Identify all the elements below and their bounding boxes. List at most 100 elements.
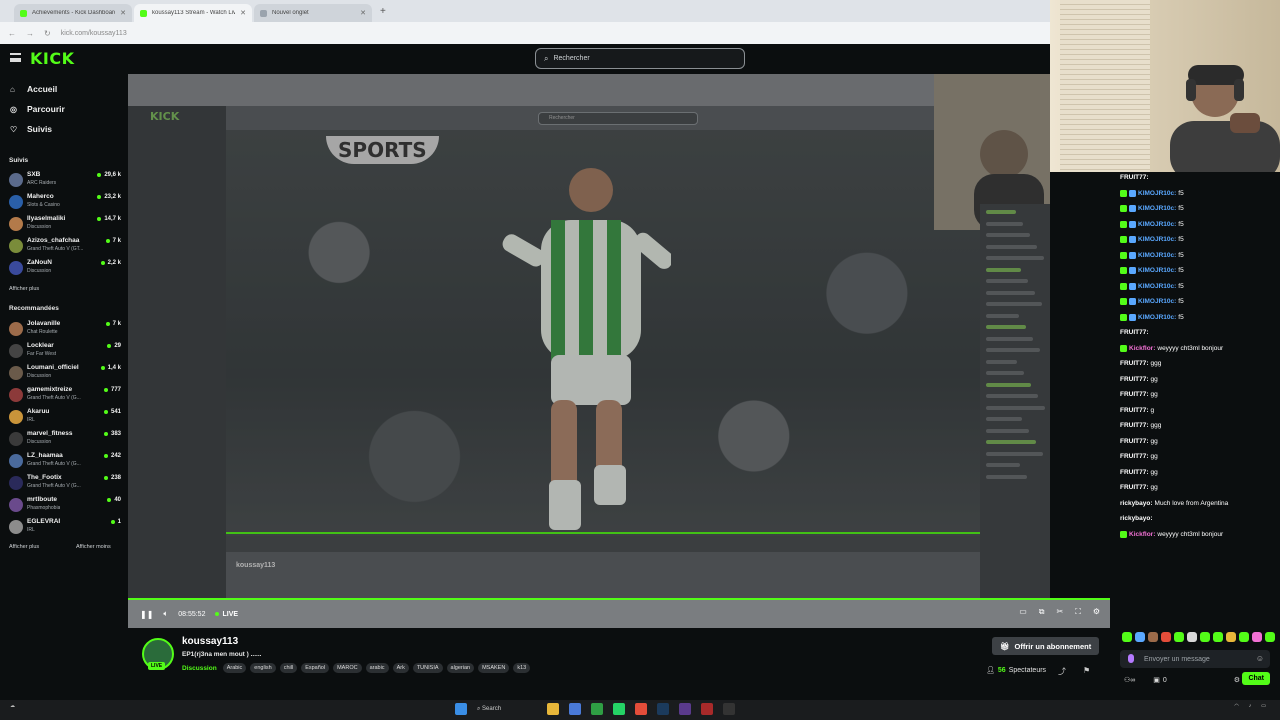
channel-item[interactable]: The_Footix Grand Theft Auto V (G... 238 [9,473,121,494]
channel-item[interactable]: Jolavanille Chat Roulette 7 k [9,319,121,340]
stream-tag[interactable]: k13 [513,663,531,673]
category-link[interactable]: Discussion [182,665,217,672]
menu-icon[interactable] [10,53,21,62]
chat-username[interactable]: KIMOJR10c: [1138,221,1176,228]
channel-item[interactable]: Maherco Slots & Casino 23,2 k [9,192,121,213]
address-bar[interactable]: ← → ↻ kick.com/koussay113 [0,22,1050,44]
stream-tag[interactable]: MSAKEN [478,663,510,673]
show-more-recommended[interactable]: Afficher plus [9,544,39,550]
obs-icon[interactable] [679,703,691,715]
video-player[interactable]: KICK Rechercher SPORTS koussay113 [128,74,1050,598]
explorer-icon[interactable] [547,703,559,715]
chat-username[interactable]: FRUIT77: [1120,329,1149,336]
chat-username[interactable]: KIMOJR10c: [1138,283,1176,290]
volume-icon[interactable]: 🔈︎ [163,609,168,619]
xbox-icon[interactable] [591,703,603,715]
channel-item[interactable]: Loumani_officiel Discussion 1,4 k [9,363,121,384]
stream-tag[interactable]: TUNISIA [412,663,443,673]
channel-item[interactable]: marvel_fitness Discussion 383 [9,429,121,450]
emote-icon[interactable] [1239,632,1249,642]
chat-username[interactable]: FRUIT77: [1120,484,1149,491]
theater-icon[interactable]: ▭ [1019,607,1027,617]
streamer-name[interactable]: koussay113 [182,636,238,647]
forward-icon[interactable]: → [26,29,34,38]
chat-username[interactable]: FRUIT77: [1120,391,1149,398]
channel-item[interactable]: Locklear Far Far West 29 [9,341,121,362]
chat-username[interactable]: FRUIT77: [1120,438,1149,445]
reload-icon[interactable]: ↻ [44,29,51,38]
steam-icon[interactable] [657,703,669,715]
chrome-icon[interactable] [635,703,647,715]
kick-logo[interactable]: KICK [30,49,75,68]
sidebar-nav-compass[interactable]: ◎ Parcourir [10,104,65,114]
chat-username[interactable]: FRUIT77: [1120,422,1149,429]
gift-subscription-button[interactable]: 🎁︎ Offrir un abonnement [992,637,1100,655]
stream-tag[interactable]: Español [301,663,330,673]
emote-icon[interactable] [1226,632,1236,642]
sidebar-nav-heart[interactable]: ♡ Suivis [10,124,52,134]
wallet-icon[interactable]: ▣ [1153,676,1160,684]
stream-tag[interactable]: Ark [392,663,409,673]
channel-item[interactable]: EGLEVRAI IRL 1 [9,517,121,538]
start-icon[interactable] [455,703,467,715]
stream-tag[interactable]: MAROC [333,663,362,673]
mic-icon[interactable] [1128,654,1134,663]
stream-tag[interactable]: algerian [446,663,475,673]
chat-username[interactable]: rickybayo: [1120,500,1153,507]
volume-tray-icon[interactable]: ♪ [1249,703,1252,709]
chat-username[interactable]: Kickflor: [1129,345,1155,352]
chat-username[interactable]: KIMOJR10c: [1138,236,1176,243]
emote-icon[interactable] [1135,632,1145,642]
points-icon[interactable]: ⚇∞ [1124,676,1135,684]
fullscreen-icon[interactable]: ⛶ [1075,607,1081,617]
chat-username[interactable]: FRUIT77: [1120,376,1149,383]
chat-username[interactable]: rickybayo: [1120,515,1153,522]
back-icon[interactable]: ← [8,29,16,38]
emote-icon[interactable] [1265,632,1275,642]
whatsapp-icon[interactable] [613,703,625,715]
new-tab-button[interactable]: + [380,6,386,17]
clip-icon[interactable]: ✂ [1057,607,1064,617]
wifi-icon[interactable]: ◠ [1234,703,1238,709]
channel-item[interactable]: LZ_haamaa Grand Theft Auto V (G... 242 [9,451,121,472]
show-more-followed[interactable]: Afficher plus [9,286,39,292]
report-icon[interactable]: ⚑ [1083,666,1090,675]
chat-username[interactable]: FRUIT77: [1120,453,1149,460]
channel-item[interactable]: Ilyaselmaliki Discussion 14,7 k [9,214,121,235]
chat-username[interactable]: KIMOJR10c: [1138,252,1176,259]
emote-icon[interactable] [1148,632,1158,642]
chat-username[interactable]: KIMOJR10c: [1138,205,1176,212]
close-icon[interactable]: ✕ [360,9,366,17]
terminal-icon[interactable] [723,703,735,715]
emote-icon[interactable] [1213,632,1223,642]
channel-item[interactable]: Akaruu IRL 541 [9,407,121,428]
chat-settings-icon[interactable]: ⚙ [1234,676,1240,684]
chat-username[interactable]: KIMOJR10c: [1138,190,1176,197]
chat-input[interactable]: Envoyer un message ☺ [1120,650,1270,668]
close-icon[interactable]: ✕ [120,9,126,17]
emote-icon[interactable] [1122,632,1132,642]
stream-tag[interactable]: Arabic [222,663,247,673]
weather-widget[interactable]: ☁︎ [10,703,15,709]
channel-item[interactable]: mrtlboute Phasmophobia 40 [9,495,121,516]
emote-icon[interactable] [1200,632,1210,642]
stream-tag[interactable]: arabic [365,663,389,673]
stream-tag[interactable]: english [250,663,276,673]
chat-username[interactable]: Kickflor: [1129,531,1155,538]
settings-icon[interactable]: ⚙ [1093,607,1100,617]
emoji-icon[interactable]: ☺ [1256,654,1264,663]
chat-username[interactable]: FRUIT77: [1120,407,1149,414]
chat-username[interactable]: KIMOJR10c: [1138,298,1176,305]
pause-icon[interactable]: ❚❚ [140,610,153,619]
chat-username[interactable]: FRUIT77: [1120,360,1149,367]
chat-username[interactable]: FRUIT77: [1120,174,1149,181]
emote-icon[interactable] [1187,632,1197,642]
browser-tab[interactable]: koussay113 Stream - Watch Liv ✕ [134,4,252,22]
browser-tab[interactable]: Nouvel onglet ✕ [254,4,372,22]
share-icon[interactable]: ⤴ [1058,666,1066,677]
search-input[interactable]: ⌕ Rechercher [535,48,745,69]
pip-icon[interactable]: ⧉ [1039,607,1045,617]
sidebar-nav-home[interactable]: ⌂ Accueil [10,84,57,94]
battery-icon[interactable]: ▭ [1261,703,1266,709]
emote-icon[interactable] [1174,632,1184,642]
